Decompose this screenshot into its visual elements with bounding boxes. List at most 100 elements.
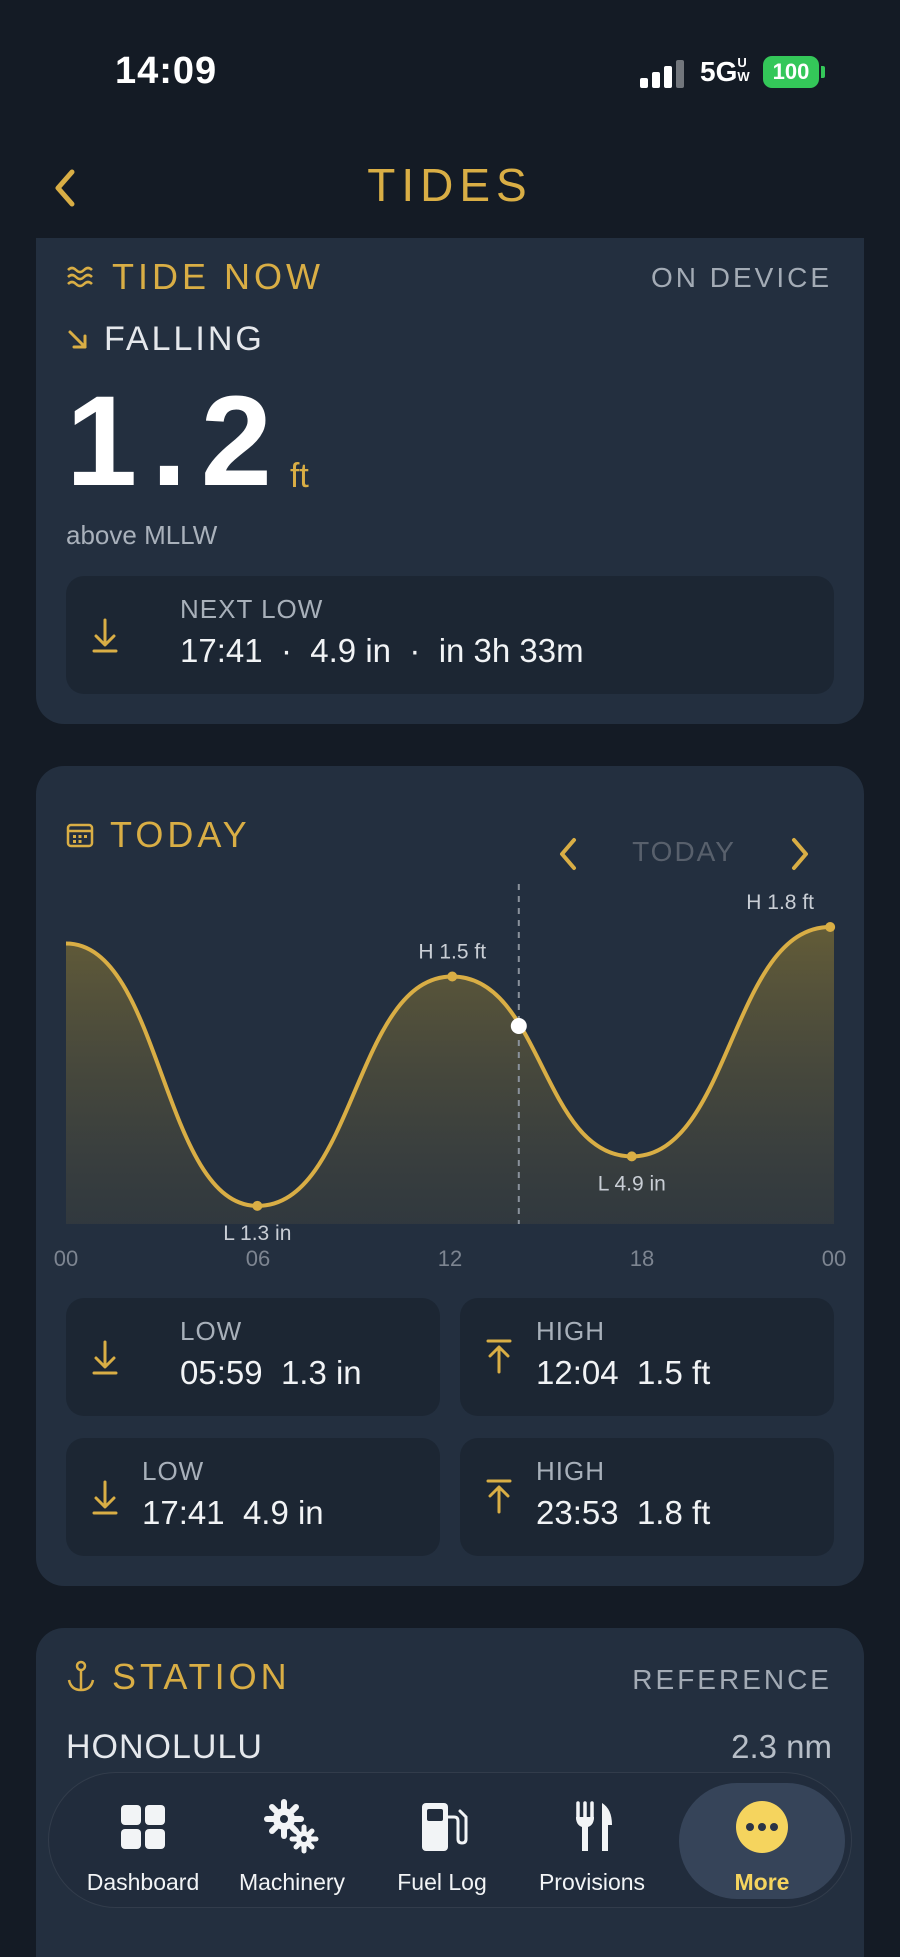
event-height: 1.5 ft (636, 1354, 711, 1391)
tab-provisions[interactable]: Provisions (517, 1773, 667, 1909)
network-superscript: UW (737, 55, 750, 84)
station-reference-label: REFERENCE (632, 1664, 832, 1695)
tab-dashboard[interactable]: Dashboard (69, 1773, 217, 1909)
arrow-down-icon (92, 1480, 118, 1515)
tab-label: Dashboard (86, 1869, 200, 1895)
tide-area-fill (66, 927, 834, 1224)
event-details: 23:53 1.8 ft (536, 1494, 710, 1532)
battery-tip-icon (821, 66, 825, 78)
tide-height-number: 1.2 (66, 370, 286, 513)
current-date-label: TODAY (632, 836, 736, 867)
event-type: LOW (180, 1316, 243, 1346)
arrow-down-icon (92, 1340, 118, 1375)
tide-now-header: TIDE NOW (66, 256, 324, 298)
event-type: HIGH (536, 1316, 605, 1346)
tide-now-card: TIDE NOW ON DEVICE FALLING 1.2 ft above … (36, 238, 864, 724)
next-low-countdown: in 3h 33m (438, 632, 584, 669)
tide-chart[interactable]: L 1.3 in H 1.5 ft L 4.9 in H 1.8 ft 00 06 12 18… (36, 884, 864, 1284)
x-tick-label: 18 (630, 1246, 654, 1271)
waves-icon (67, 266, 93, 288)
tide-event-tile[interactable]: LOW 05:59 1.3 in (66, 1298, 440, 1416)
trend-label: FALLING (104, 320, 265, 358)
status-time: 14:09 (115, 50, 218, 92)
extreme-point (447, 971, 458, 982)
x-tick-label: 06 (246, 1246, 270, 1271)
anchor-icon (67, 1660, 95, 1692)
tide-height-unit: ft (289, 457, 309, 495)
tide-event-tile[interactable]: HIGH 23:53 1.8 ft (460, 1438, 834, 1556)
previous-day-button[interactable] (548, 830, 588, 878)
arrow-down-right-icon (68, 330, 87, 348)
network-label: 5GUW (700, 56, 751, 88)
separator: · (280, 632, 292, 669)
extreme-point (626, 1151, 637, 1162)
extreme-label: L 1.3 in (223, 1222, 291, 1245)
extreme-label: H 1.8 ft (746, 891, 814, 914)
x-tick-label: 00 (822, 1246, 846, 1271)
arrow-down-icon (92, 618, 118, 653)
next-low-tile[interactable]: NEXT LOW 17:41 · 4.9 in · in 3h 33m (66, 576, 834, 694)
event-time: 23:53 (536, 1494, 619, 1531)
chevron-left-icon (560, 838, 576, 870)
event-time: 05:59 (180, 1354, 263, 1391)
current-position-marker (510, 1018, 527, 1034)
event-time: 12:04 (536, 1354, 619, 1391)
extreme-point (825, 922, 836, 932)
fuel-pump-icon (422, 1803, 468, 1851)
page-title: TIDES (367, 159, 533, 211)
x-tick-label: 00 (54, 1246, 78, 1271)
today-card: TODAY TODAY L 1.3 in H 1.5 ft L 4.9 in H 1.… (36, 766, 864, 1586)
extreme-label: L 4.9 in (598, 1172, 666, 1195)
battery-indicator: 100 (763, 56, 819, 88)
next-low-height: 4.9 in (310, 632, 392, 669)
separator: · (409, 632, 421, 669)
trend-row: FALLING (66, 320, 265, 359)
station-distance: 2.3 nm (731, 1728, 832, 1765)
station-header: STATION (66, 1656, 291, 1698)
fork-knife-icon (576, 1801, 612, 1851)
current-tide-value: 1.2 ft (66, 378, 309, 506)
event-height: 1.3 in (280, 1354, 362, 1391)
station-title: STATION (112, 1656, 291, 1697)
signal-icon (640, 60, 684, 88)
event-height: 1.8 ft (636, 1494, 711, 1531)
tab-label: Fuel Log (397, 1869, 487, 1895)
event-type: HIGH (536, 1456, 605, 1486)
status-bar: 14:09 5GUW 100 (0, 0, 900, 150)
tab-more[interactable]: More (679, 1773, 845, 1909)
tide-now-title: TIDE NOW (112, 256, 324, 297)
chevron-right-icon (792, 838, 808, 870)
tab-label: Machinery (238, 1869, 346, 1895)
network-type: 5G (700, 56, 738, 87)
bottom-tab-bar: Dashboard Machinery Fuel Log Provisions … (48, 1772, 852, 1908)
extreme-label: H 1.5 ft (418, 941, 486, 964)
gears-icon (264, 1799, 319, 1854)
tab-fuel-log[interactable]: Fuel Log (367, 1773, 517, 1909)
more-icon (736, 1801, 788, 1853)
source-label: ON DEVICE (650, 262, 832, 293)
next-day-button[interactable] (780, 830, 820, 878)
extreme-point (252, 1200, 263, 1211)
grid-icon (121, 1805, 165, 1849)
arrow-up-icon (486, 1339, 512, 1374)
tide-event-tile[interactable]: HIGH 12:04 1.5 ft (460, 1298, 834, 1416)
next-low-label: NEXT LOW (180, 594, 324, 624)
event-height: 4.9 in (242, 1494, 324, 1531)
x-tick-label: 12 (438, 1246, 462, 1271)
event-time: 17:41 (142, 1494, 225, 1531)
today-header: TODAY (66, 814, 251, 856)
arrow-up-icon (486, 1479, 512, 1514)
tide-event-tile[interactable]: LOW 17:41 4.9 in (66, 1438, 440, 1556)
station-name: HONOLULU (66, 1728, 263, 1766)
tab-machinery[interactable]: Machinery (217, 1773, 367, 1909)
event-details: 12:04 1.5 ft (536, 1354, 710, 1392)
calendar-icon (66, 823, 94, 848)
event-type: LOW (142, 1456, 205, 1486)
next-low-details: 17:41 · 4.9 in · in 3h 33m (180, 632, 584, 670)
event-details: 05:59 1.3 in (180, 1354, 362, 1392)
tab-label: Provisions (538, 1869, 646, 1895)
event-details: 17:41 4.9 in (142, 1494, 324, 1532)
datum-reference: above MLLW (66, 520, 218, 550)
today-title: TODAY (110, 814, 251, 855)
next-low-time: 17:41 (180, 632, 263, 669)
